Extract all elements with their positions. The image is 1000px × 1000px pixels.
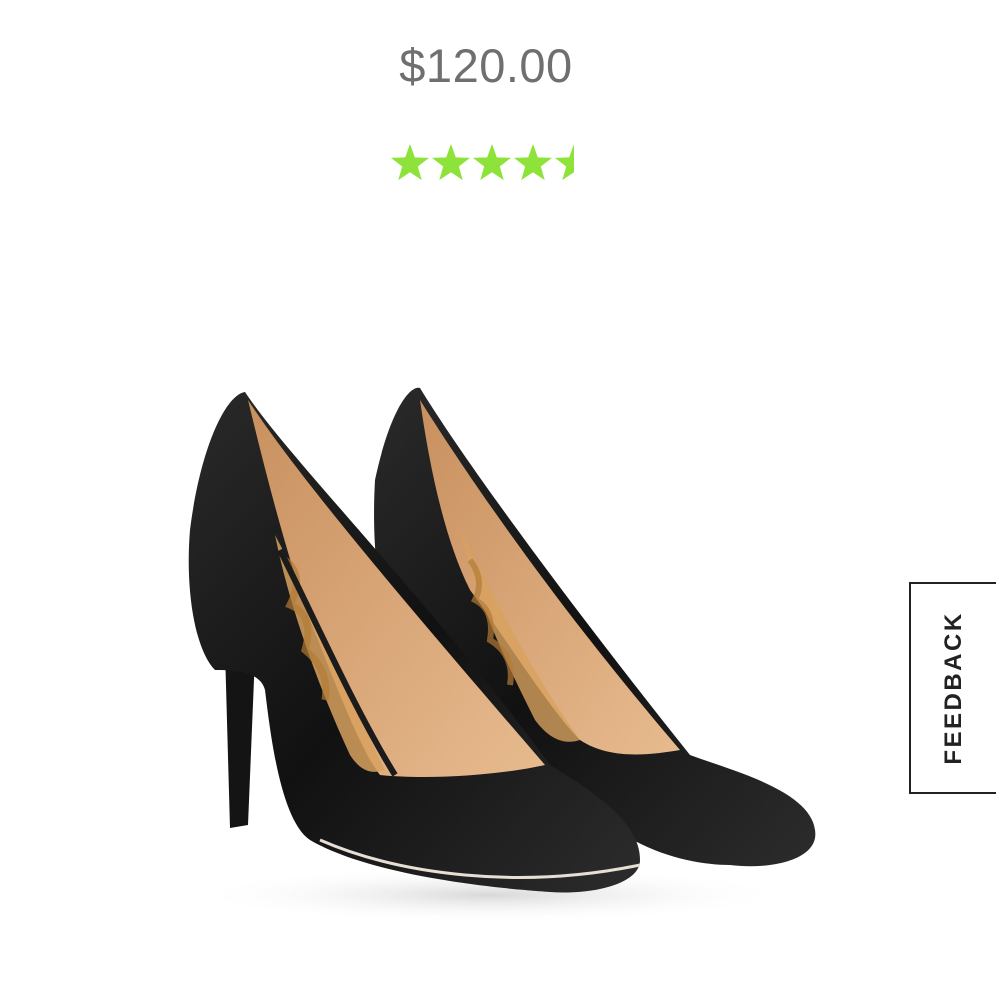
star-icon (431, 144, 471, 181)
product-page: $120.00 FEEDBACK (0, 0, 1000, 1000)
shoe-image (188, 387, 816, 923)
star-icon (472, 144, 512, 181)
star-rating (390, 143, 585, 185)
star-icon (390, 144, 430, 181)
star-icon (513, 144, 553, 181)
star-rating-icons (390, 144, 574, 181)
feedback-button[interactable]: FEEDBACK (909, 582, 996, 794)
star-half-icon (554, 144, 574, 181)
product-image (170, 370, 840, 930)
feedback-label: FEEDBACK (939, 611, 967, 765)
product-price: $120.00 (399, 39, 573, 92)
